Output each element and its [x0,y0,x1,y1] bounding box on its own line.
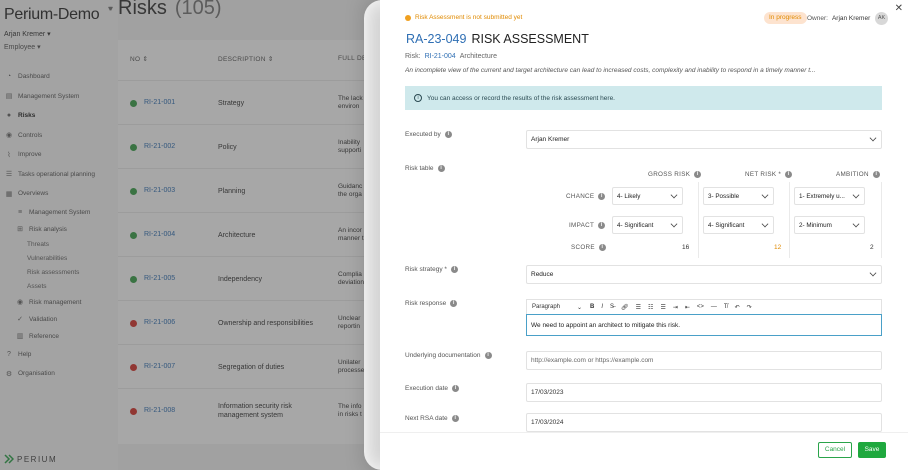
chance-row-label: CHANCE i [566,193,606,200]
net-risk-header: NET RISK * i [745,171,793,178]
strikethrough-icon[interactable]: S̶ [610,304,614,310]
chevron-down-icon [761,220,769,228]
submission-warning: Risk Assessment is not submitted yet [405,14,522,21]
score-ambition: 2 [870,244,874,251]
ambition-header: AMBITION i [836,171,880,178]
divider [698,182,699,258]
info-icon[interactable]: i [451,415,459,422]
risk-strategy-label: Risk strategy * i [405,266,458,273]
risk-description: An incomplete view of the current and ta… [405,67,816,74]
chance-net-select[interactable]: 3- Possible [703,187,774,205]
chevron-down-icon [869,269,877,277]
info-icon[interactable]: i [598,222,606,229]
impact-net-select[interactable]: 4- Significant [703,216,774,234]
link-icon[interactable]: 🔗︎ [621,304,629,311]
numbered-list-icon[interactable]: ☷ [648,304,653,311]
executed-by-select[interactable]: Arjan Kremer [526,130,882,149]
page-title: RA-23-049 RISK ASSESSMENT [406,32,589,46]
score-net: 12 [774,244,782,251]
divider [881,182,882,258]
chevron-down-icon [852,191,860,199]
close-icon[interactable]: ✕ [895,3,903,14]
editor-toolbar: Paragraph ⌄ B I S̶ 🔗︎ ☰ ☷ ☰ ⇥ ⇤ <> — T̸ ↶… [526,299,882,314]
bullet-list-icon[interactable]: ☰ [636,304,641,311]
execution-date-input[interactable]: 17/03/2023 [526,383,882,402]
score-row-label: SCORE i [571,244,606,251]
bold-icon[interactable]: B [590,304,594,310]
footer-divider [380,432,908,433]
risk-link[interactable]: RI-21-004 [425,53,456,60]
executed-by-label: Executed by i [405,131,452,138]
cancel-button[interactable]: Cancel [818,442,852,458]
code-icon[interactable]: <> [697,304,704,310]
risk-assessment-drawer: Risk Assessment is not submitted yet In … [380,0,908,470]
horizontal-rule-icon[interactable]: — [711,304,717,310]
chevron-down-icon [761,191,769,199]
info-icon[interactable]: i [450,300,458,307]
info-banner: i You can access or record the results of… [405,86,882,110]
info-icon[interactable]: i [694,171,702,178]
chance-gross-select[interactable]: 4- Likely [612,187,683,205]
next-rsa-date-label: Next RSA date i [405,415,459,422]
outdent-icon[interactable]: ⇤ [685,304,690,311]
info-icon[interactable]: i [484,352,492,359]
info-icon[interactable]: i [450,266,458,273]
chevron-down-icon [670,191,678,199]
clear-format-icon[interactable]: T̸ [724,304,728,310]
owner: Owner: Arjan Kremer [807,15,871,22]
chevron-down-icon [869,134,877,142]
save-button[interactable]: Save [858,442,886,458]
checklist-icon[interactable]: ☰ [660,304,665,311]
risk-strategy-select[interactable]: Reduce [526,265,882,284]
info-icon[interactable]: i [785,171,793,178]
redo-icon[interactable]: ↷ [747,304,752,311]
risk-response-textarea[interactable]: We need to appoint an architect to mitig… [526,314,882,336]
indent-icon[interactable]: ⇥ [673,304,678,311]
risk-table-label: Risk table i [405,165,445,172]
paragraph-style-select[interactable]: Paragraph ⌄ [532,304,582,311]
avatar[interactable]: AK [875,12,888,25]
chance-ambition-select[interactable]: 1- Extremely u... [794,187,865,205]
info-icon: i [414,94,422,102]
info-icon[interactable]: i [437,165,445,172]
impact-gross-select[interactable]: 4- Significant [612,216,683,234]
divider [789,182,790,258]
chevron-down-icon [670,220,678,228]
risk-reference: Risk: RI-21-004 Architecture [405,53,498,60]
info-icon[interactable]: i [872,171,880,178]
impact-row-label: IMPACT i [569,222,606,229]
underlying-documentation-label: Underlying documentation i [405,352,492,359]
warning-dot-icon [405,14,411,21]
undo-icon[interactable]: ↶ [735,304,740,311]
risk-response-editor: Paragraph ⌄ B I S̶ 🔗︎ ☰ ☷ ☰ ⇥ ⇤ <> — T̸ ↶… [526,299,882,336]
info-icon[interactable]: i [598,193,606,200]
score-gross: 16 [682,244,690,251]
info-icon[interactable]: i [452,385,460,392]
info-icon[interactable]: i [444,131,452,138]
status-badge: In progress [764,12,807,24]
execution-date-label: Execution date i [405,385,460,392]
next-rsa-date-input[interactable]: 17/03/2024 [526,413,882,432]
chevron-down-icon [852,220,860,228]
impact-ambition-select[interactable]: 2- Minimum [794,216,865,234]
documentation-url-input[interactable]: http://example.com or https://example.co… [526,351,882,370]
italic-icon[interactable]: I [601,304,603,310]
gross-risk-header: GROSS RISK i [648,171,702,178]
risk-response-label: Risk response i [405,300,458,307]
info-icon[interactable]: i [598,244,606,251]
